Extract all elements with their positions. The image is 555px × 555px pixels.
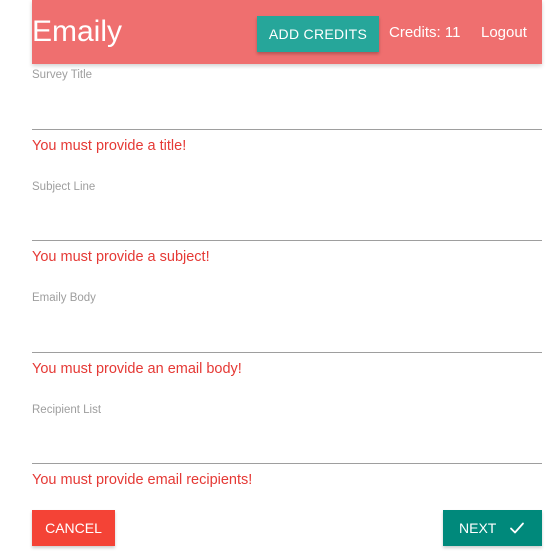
brand-logo[interactable]: Emaily xyxy=(32,14,122,50)
logout-link[interactable]: Logout xyxy=(481,24,527,41)
email-body-label: Emaily Body xyxy=(32,292,96,304)
email-body-input[interactable] xyxy=(32,322,542,353)
subject-line-label: Subject Line xyxy=(32,181,96,193)
next-button[interactable]: NEXT xyxy=(443,510,542,546)
recipient-list-error: You must provide email recipients! xyxy=(32,472,253,488)
survey-title-error: You must provide a title! xyxy=(32,138,187,154)
recipient-list-label: Recipient List xyxy=(32,404,102,416)
navbar: Emaily ADD CREDITS Credits: 11 Logout xyxy=(32,0,542,64)
cancel-button[interactable]: CANCEL xyxy=(32,510,115,546)
credits-count: Credits: 11 xyxy=(389,24,461,41)
survey-title-label: Survey Title xyxy=(32,69,93,81)
recipient-list-input[interactable] xyxy=(32,433,542,464)
survey-title-input[interactable] xyxy=(32,99,542,130)
next-button-label: NEXT xyxy=(459,520,497,536)
add-credits-button[interactable]: ADD CREDITS xyxy=(257,16,379,52)
subject-line-error: You must provide a subject! xyxy=(32,249,210,265)
subject-line-input[interactable] xyxy=(32,210,542,241)
email-body-error: You must provide an email body! xyxy=(32,361,242,377)
check-icon xyxy=(510,522,524,534)
